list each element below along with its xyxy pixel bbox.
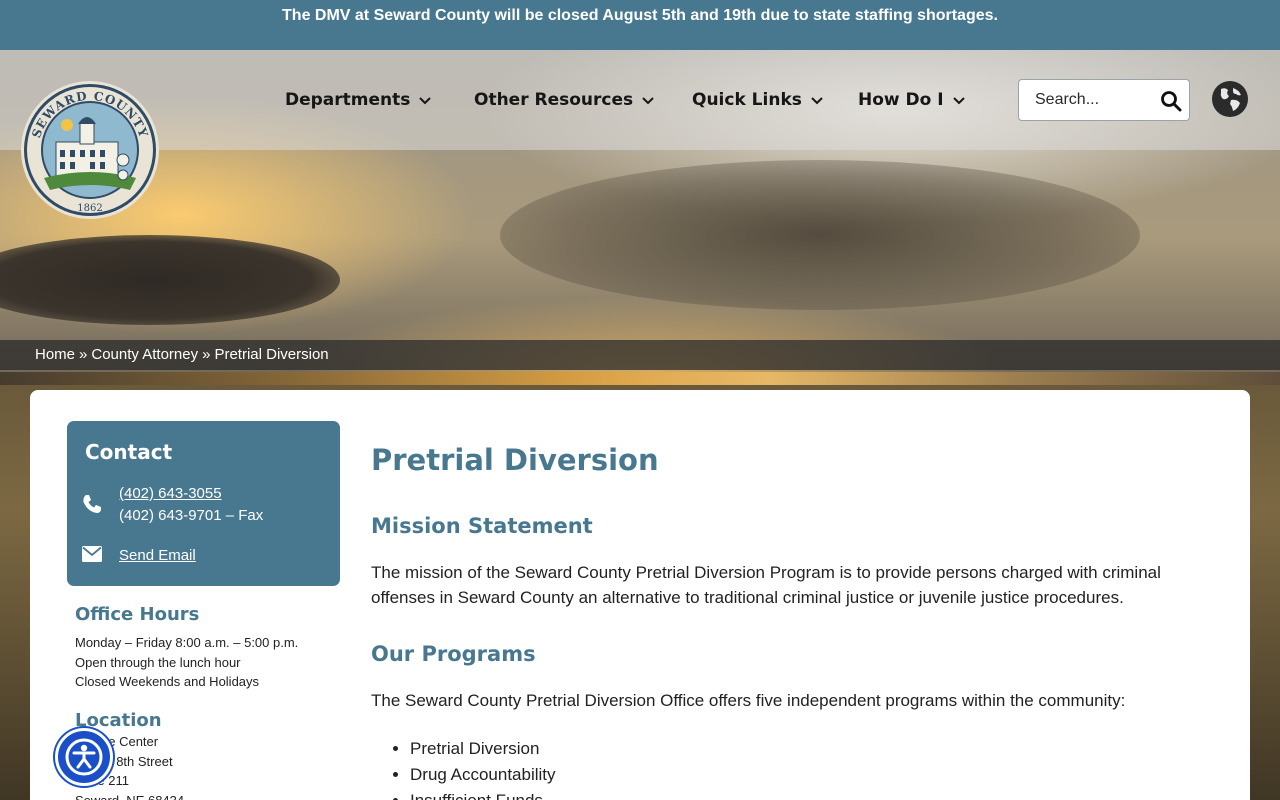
hero-cloud (500, 160, 1140, 310)
county-seal-logo[interactable]: SEWARD COUNTY 1862 (20, 80, 160, 220)
alert-text: The DMV at Seward County will be closed … (282, 7, 998, 24)
breadcrumb-separator: » (202, 346, 211, 363)
office-hours-line: Open through the lunch hour (75, 654, 241, 670)
breadcrumb: Home» County Attorney» Pretrial Diversion (0, 340, 1280, 370)
nav-quick-links[interactable]: Quick Links (692, 88, 824, 112)
contact-box: Contact (402) 643-3055 (402) 643-9701 – … (67, 421, 340, 586)
contact-title: Contact (85, 440, 173, 464)
location-line: Seward, NE 68434 (75, 792, 185, 800)
nav-departments-label: Departments (285, 90, 411, 110)
hero-cloud (0, 235, 340, 325)
breadcrumb-home[interactable]: Home (35, 346, 75, 363)
chevron-down-icon (642, 97, 654, 105)
accessibility-icon (65, 738, 103, 776)
accessibility-button[interactable] (55, 728, 113, 786)
breadcrumb-current: Pretrial Diversion (214, 346, 329, 363)
list-item: Drug Accountability (410, 762, 556, 788)
send-email-link[interactable]: Send Email (119, 547, 196, 564)
search-input[interactable] (1035, 81, 1165, 119)
mail-icon (82, 546, 102, 562)
nav-how-do-i-label: How Do I (858, 90, 944, 110)
nav-departments[interactable]: Departments (285, 88, 432, 112)
fax-number: (402) 643-9701 – Fax (119, 507, 264, 524)
mission-text: The mission of the Seward County Pretria… (371, 563, 1161, 607)
nav-how-do-i[interactable]: How Do I (858, 88, 966, 112)
chevron-down-icon (419, 97, 432, 105)
breadcrumb-parent[interactable]: County Attorney (91, 346, 198, 363)
programs-heading: Our Programs (371, 642, 536, 666)
search-box (1018, 79, 1190, 121)
programs-intro: The Seward County Pretrial Diversion Off… (371, 691, 1126, 710)
office-hours-line: Monday – Friday 8:00 a.m. – 5:00 p.m. (75, 635, 299, 650)
mission-heading: Mission Statement (371, 514, 593, 538)
page-title: Pretrial Diversion (371, 443, 659, 477)
phone-icon (83, 495, 101, 513)
nav-other-resources-label: Other Resources (474, 90, 634, 110)
office-hours-heading: Office Hours (75, 604, 200, 625)
breadcrumb-separator: » (79, 346, 88, 363)
chevron-down-icon (952, 97, 965, 105)
alert-banner: The DMV at Seward County will be closed … (0, 0, 1280, 50)
nav-quick-links-label: Quick Links (692, 90, 802, 110)
phone-link[interactable]: (402) 643-3055 (119, 485, 222, 502)
list-item: Insufficient Funds (410, 788, 556, 800)
office-hours-text: Monday – Friday 8:00 a.m. – 5:00 p.m. Op… (75, 633, 298, 692)
nav-other-resources[interactable]: Other Resources (474, 88, 655, 112)
chevron-down-icon (811, 97, 823, 105)
programs-list: Pretrial Diversion Drug Accountability I… (410, 736, 556, 800)
globe-icon[interactable] (1211, 80, 1249, 118)
seal-year: 1862 (77, 203, 102, 214)
list-item: Pretrial Diversion (410, 736, 556, 762)
search-icon[interactable] (1159, 89, 1183, 113)
office-hours-line: Closed Weekends and Holidays (75, 674, 260, 689)
